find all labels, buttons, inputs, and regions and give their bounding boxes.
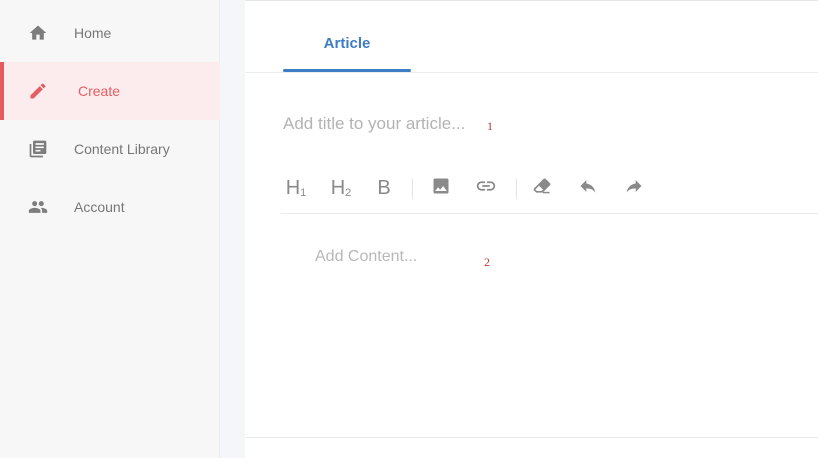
- heading-1-label: H: [285, 176, 301, 199]
- sidebar-item-create[interactable]: Create: [0, 62, 220, 120]
- insert-link-button[interactable]: [471, 173, 501, 203]
- editor-panel: Article 1 H1 H2 B: [245, 0, 818, 458]
- undo-button[interactable]: [573, 173, 603, 203]
- heading-2-button[interactable]: H2: [326, 173, 356, 203]
- sidebar-item-label: Content Library: [74, 141, 170, 157]
- bottom-divider: [245, 437, 818, 438]
- editor-toolbar: H1 H2 B: [281, 169, 818, 207]
- toolbar-separator: [516, 179, 517, 199]
- redo-icon: [624, 176, 644, 201]
- eraser-icon: [532, 176, 552, 201]
- heading-1-sub: 1: [300, 186, 307, 199]
- title-marker: 1: [487, 119, 493, 133]
- sidebar-item-label: Account: [74, 199, 125, 215]
- heading-1-button[interactable]: H1: [281, 173, 311, 203]
- sidebar-item-label: Create: [78, 83, 121, 99]
- tab-divider: [245, 72, 818, 73]
- heading-2-sub: 2: [345, 186, 352, 199]
- undo-icon: [578, 176, 598, 201]
- home-icon: [28, 23, 48, 43]
- article-title-input[interactable]: [283, 111, 483, 137]
- people-icon: [28, 197, 48, 217]
- sidebar: Home Create Content Library Account: [0, 0, 220, 458]
- article-content-input[interactable]: [315, 245, 495, 269]
- library-icon: [28, 139, 48, 159]
- content-marker: 2: [484, 255, 490, 269]
- image-icon: [431, 176, 451, 201]
- toolbar-separator: [412, 179, 413, 199]
- sidebar-item-label: Home: [74, 25, 112, 41]
- sidebar-item-content-library[interactable]: Content Library: [0, 120, 220, 178]
- sidebar-item-account[interactable]: Account: [0, 178, 220, 236]
- bold-button[interactable]: B: [369, 173, 399, 203]
- link-icon: [475, 175, 497, 202]
- toolbar-divider: [281, 213, 818, 214]
- sidebar-item-home[interactable]: Home: [0, 4, 220, 62]
- redo-button[interactable]: [619, 173, 649, 203]
- heading-2-label: H: [330, 176, 346, 199]
- clear-format-button[interactable]: [527, 173, 557, 203]
- pencil-icon: [28, 81, 48, 101]
- bold-label: B: [377, 176, 391, 199]
- insert-image-button[interactable]: [426, 173, 456, 203]
- tab-article[interactable]: Article: [283, 35, 411, 71]
